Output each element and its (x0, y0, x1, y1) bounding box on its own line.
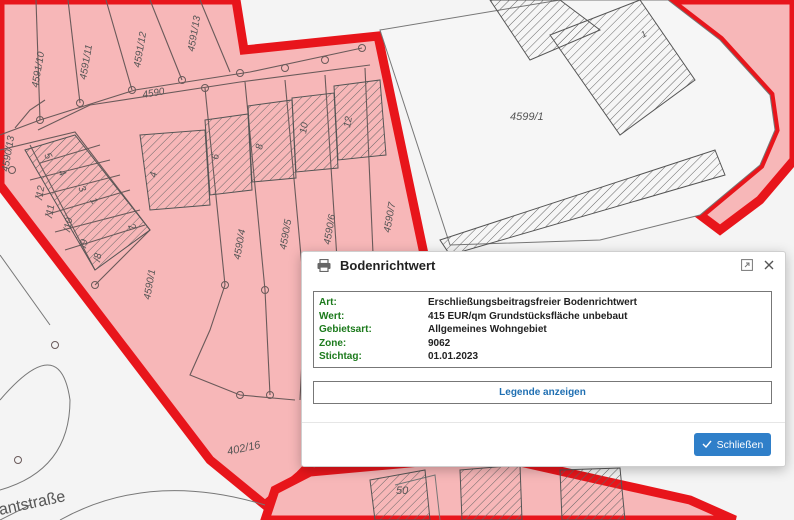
info-key: Wert: (319, 310, 345, 322)
close-icon[interactable] (761, 257, 777, 273)
info-value: 9062 (428, 337, 451, 349)
print-icon[interactable] (316, 257, 332, 273)
show-legend-button[interactable]: Legende anzeigen (313, 381, 772, 404)
dialog-title: Bodenrichtwert (340, 257, 436, 273)
bodenrichtwert-dialog: Bodenrichtwert Art: Erschließungsbeitrag… (301, 251, 786, 467)
info-value: Allgemeines Wohngebiet (428, 324, 547, 335)
dialog-header: Bodenrichtwert (302, 252, 785, 278)
info-value: 01.01.2023 (428, 351, 479, 362)
info-row: Zone: 9062 (319, 337, 766, 351)
info-value: 415 EUR/qm Grundstücksfläche unbebaut (428, 310, 628, 322)
info-key: Gebietsart: (319, 324, 372, 335)
close-button-label: Schließen (716, 438, 764, 451)
expand-icon[interactable] (739, 257, 755, 273)
parcel-label: 50 (396, 485, 409, 497)
close-button[interactable]: Schließen (694, 433, 771, 456)
info-row: Art: Erschließungsbeitragsfreier Bodenri… (319, 296, 766, 310)
check-icon (702, 439, 712, 451)
info-row: Stichtag: 01.01.2023 (319, 350, 766, 364)
info-value: Erschließungsbeitragsfreier Bodenrichtwe… (428, 297, 637, 308)
dialog-divider (302, 422, 785, 423)
info-row: Wert: 415 EUR/qm Grundstücksfläche unbeb… (319, 310, 766, 324)
info-key: Stichtag: (319, 351, 362, 362)
info-key: Art: (319, 297, 337, 308)
parcel-label: 4599/1 (510, 111, 544, 123)
info-row: Gebietsart: Allgemeines Wohngebiet (319, 323, 766, 337)
info-table: Art: Erschließungsbeitragsfreier Bodenri… (313, 291, 772, 368)
info-key: Zone: (319, 337, 347, 349)
